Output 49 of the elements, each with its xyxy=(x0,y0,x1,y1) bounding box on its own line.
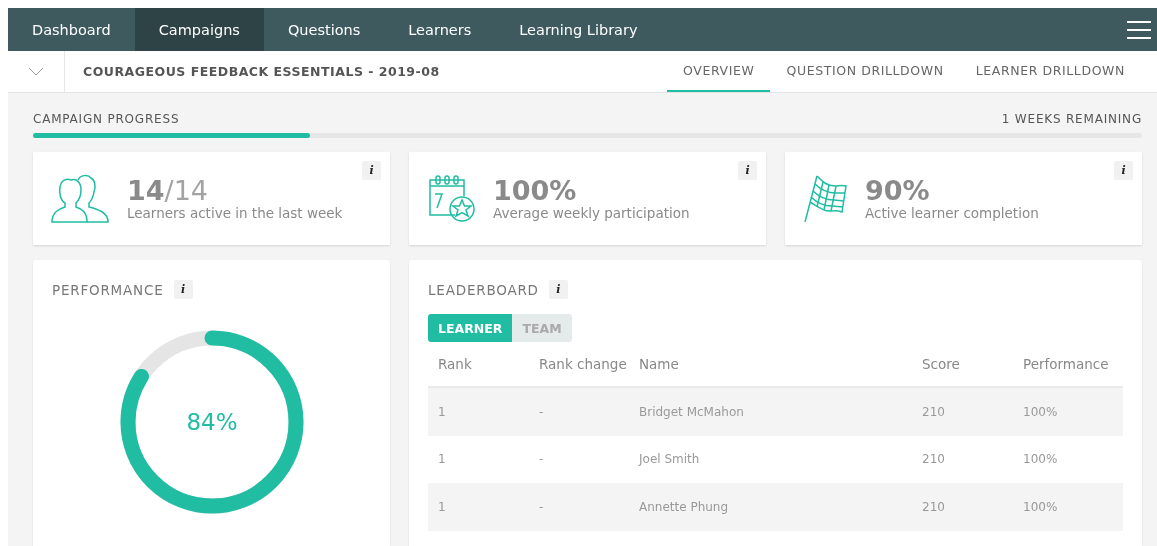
card-title: PERFORMANCE xyxy=(52,281,164,298)
table-cell-text: 100% xyxy=(1023,404,1059,419)
stat-value: 90% xyxy=(865,175,931,206)
card-title: LEADERBOARD xyxy=(428,281,539,298)
column-header: Name xyxy=(639,356,680,372)
nav-tab[interactable]: Campaigns xyxy=(134,8,264,51)
chevron-down-icon xyxy=(28,67,44,76)
table-cell-text: 210 xyxy=(922,452,946,467)
table-cell-text: Bridget McMahon xyxy=(639,404,745,419)
people-icon xyxy=(51,173,111,224)
info-button[interactable]: i xyxy=(362,161,381,180)
weeks-remaining: 1 WEEKS REMAINING xyxy=(1001,112,1142,126)
view-tab[interactable]: QUESTION DRILLDOWN xyxy=(770,51,960,92)
table-cell-text: - xyxy=(539,452,545,467)
nav-tab[interactable]: Dashboard xyxy=(8,8,135,51)
table-cell-text: 210 xyxy=(922,404,946,419)
table-cell-text: Annette Phung xyxy=(639,499,730,514)
nav-tab[interactable]: Learners xyxy=(384,8,496,51)
info-button[interactable]: i xyxy=(1114,161,1133,180)
info-button[interactable]: i xyxy=(173,280,193,299)
nav-tab[interactable]: Questions xyxy=(263,8,385,51)
table-cell-text: - xyxy=(539,404,545,419)
menu-icon[interactable] xyxy=(1127,19,1151,40)
stat-value: 14/14 xyxy=(127,175,210,206)
checkered-flag-icon xyxy=(803,173,849,224)
view-tab[interactable]: LEARNER DRILLDOWN xyxy=(959,51,1141,92)
table-cell-text: 100% xyxy=(1023,452,1059,467)
campaign-title: COURAGEOUS FEEDBACK ESSENTIALS - 2019-08 xyxy=(83,64,440,79)
column-header: Score xyxy=(922,356,961,372)
stat-caption: Active learner completion xyxy=(865,205,1039,222)
column-header: Rank xyxy=(438,356,473,372)
stat-caption: Learners active in the last week xyxy=(127,205,343,222)
ring-percentage: 84% xyxy=(186,409,238,435)
nav-tab[interactable]: Learning Library xyxy=(495,8,662,51)
stat-caption: Average weekly participation xyxy=(493,205,690,222)
table-cell-text: - xyxy=(539,499,545,514)
table-cell-text: 1 xyxy=(438,404,447,419)
column-header: Rank change xyxy=(539,356,628,372)
calendar-star-icon xyxy=(427,173,477,224)
table-cell-text: 1 xyxy=(438,452,447,467)
table-cell-text: 100% xyxy=(1023,499,1059,514)
info-button[interactable]: i xyxy=(548,280,568,299)
stat-value: 100% xyxy=(493,175,578,206)
table-cell-text: 1 xyxy=(438,499,447,514)
table-cell-text: Joel Smith xyxy=(639,452,701,467)
info-button[interactable]: i xyxy=(738,161,757,180)
progress-label: CAMPAIGN PROGRESS xyxy=(33,112,180,126)
column-header: Performance xyxy=(1023,356,1110,372)
table-cell-text: 210 xyxy=(922,499,946,514)
